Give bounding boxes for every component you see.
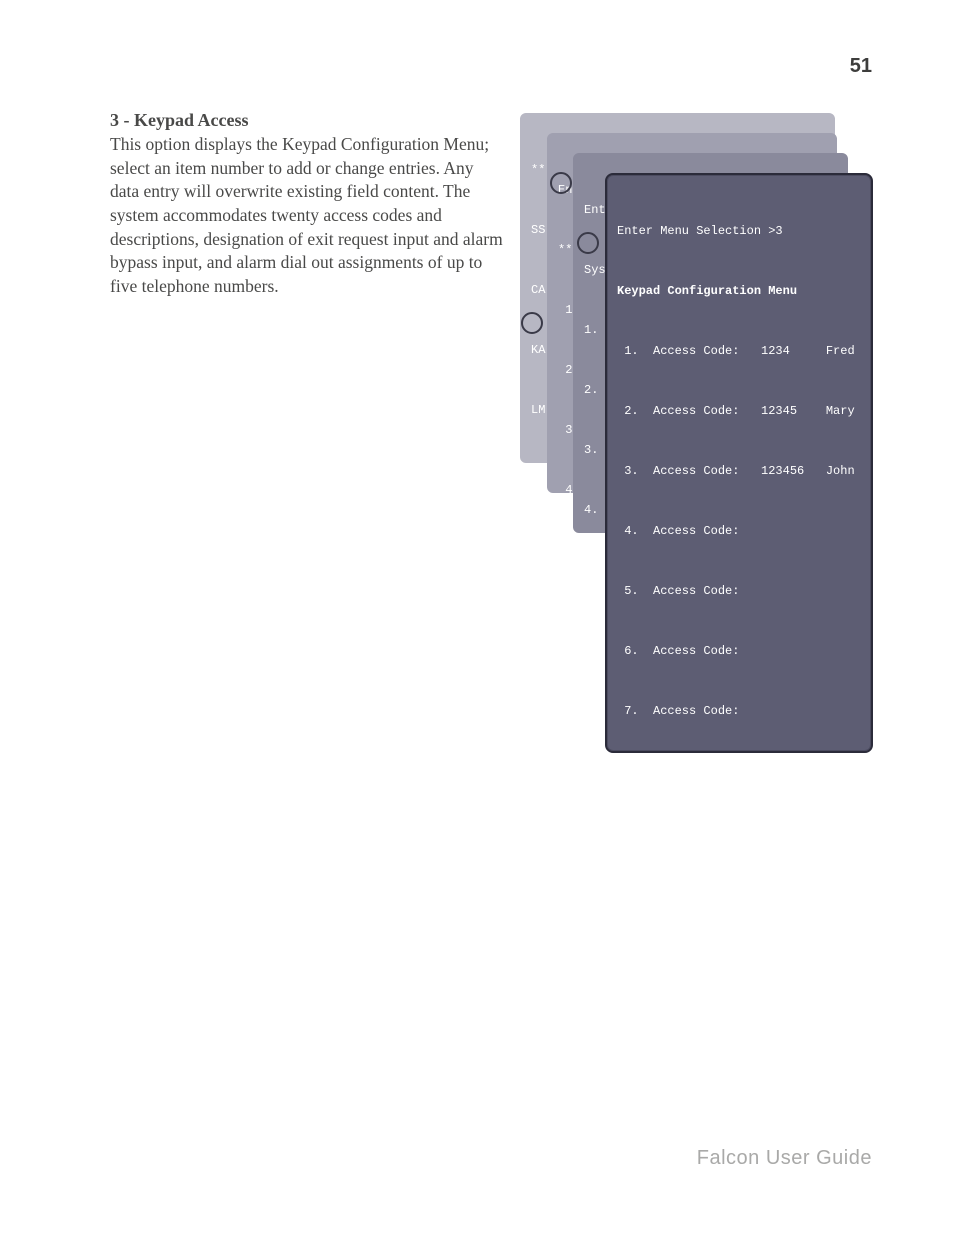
panel4-title: Enter Menu Selection >3 (617, 221, 861, 241)
config-row: 11. Access Code: (617, 941, 861, 961)
config-row: 9. Access Code: (617, 821, 861, 841)
panel4-subtitle: Keypad Configuration Menu (617, 281, 861, 301)
config-row: 5. Access Code: (617, 581, 861, 601)
config-row: 15. Access Code: (617, 1181, 861, 1201)
config-row: 3. Access Code: 123456 John (617, 461, 861, 481)
section-body: This option displays the Keypad Configur… (110, 133, 505, 298)
config-row: 4. Access Code: (617, 521, 861, 541)
terminal-panel-4: Enter Menu Selection >3 Keypad Configura… (605, 173, 873, 753)
config-row: 7. Access Code: (617, 701, 861, 721)
footer-guide-title: Falcon User Guide (697, 1147, 872, 1170)
config-row: 12. Access Code: (617, 1001, 861, 1021)
config-row: 13. Access Code: (617, 1061, 861, 1081)
config-row: 14. Access Code: (617, 1121, 861, 1141)
page-number: 51 (850, 55, 872, 78)
config-row: 1. Access Code: 1234 Fred (617, 341, 861, 361)
config-row: 8. Access Code: (617, 761, 861, 781)
config-row: 10. Access Code: (617, 881, 861, 901)
section-heading: 3 - Keypad Access (110, 110, 505, 131)
left-column: 3 - Keypad Access This option displays t… (110, 110, 505, 298)
config-row: 2. Access Code: 12345 Mary (617, 401, 861, 421)
config-row: 6. Access Code: (617, 641, 861, 661)
